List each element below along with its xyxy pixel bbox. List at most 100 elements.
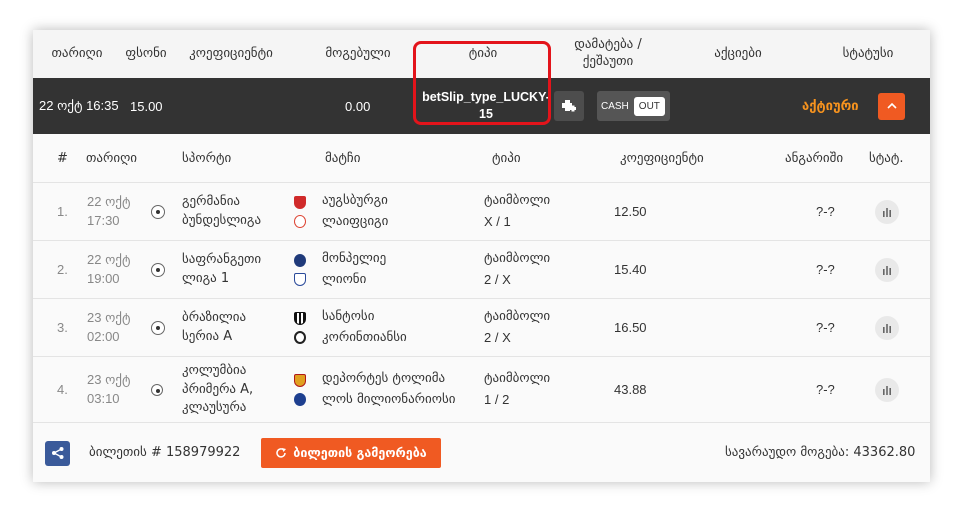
row-league: გერმანია ბუნდესლიგა: [182, 194, 262, 228]
soccer-ball-icon: [151, 299, 165, 357]
row-date: 23 ოქტ 02:00: [87, 299, 130, 357]
bar-chart-icon: [875, 378, 899, 402]
team2-crest-icon: [294, 393, 306, 406]
team-crests: [294, 299, 306, 357]
row-type-value: 2 / X: [484, 330, 511, 345]
header-date: თარიღი: [51, 45, 103, 61]
ticket-number: ბილეთის # 158979922: [89, 444, 241, 460]
row-date-time: 02:00: [87, 329, 120, 344]
team1-crest-icon: [294, 312, 306, 325]
row-match[interactable]: აუგსბურგი ლაიფციგი: [322, 183, 388, 241]
col-sport: სპორტი: [182, 150, 232, 166]
row-type-value: 2 / X: [484, 272, 511, 287]
row-type: ტაიმბოლი 2 / X: [484, 299, 550, 357]
team2-crest-icon: [294, 331, 306, 344]
col-match: მატჩი: [325, 150, 361, 166]
row-type-value: X / 1: [484, 214, 511, 229]
row-date-time: 19:00: [87, 271, 120, 286]
row-match[interactable]: სანტოსი კორინთიანსი: [322, 299, 407, 357]
row-type-name: ტაიმბოლი: [484, 193, 551, 209]
row-odds: 16.50: [614, 319, 647, 335]
row-number: 4.: [57, 381, 68, 397]
possible-win: სავარაუდო მოგება: 43362.80: [725, 444, 916, 460]
row-date: 22 ოქტ 19:00: [87, 241, 130, 299]
soccer-ball-icon: [151, 183, 165, 241]
row-league: კოლუმბია პრიმერა A, კლაუსურა: [182, 362, 254, 416]
col-num: #: [57, 150, 68, 166]
cash-label: CASH: [601, 100, 629, 112]
row-number: 3.: [57, 319, 68, 335]
expand-button[interactable]: [878, 78, 905, 134]
row-odds: 43.88: [614, 381, 647, 397]
row-type-name: ტაიმბოლი: [484, 251, 551, 267]
bet-stake: 15.00: [130, 98, 163, 114]
stat-button[interactable]: [875, 357, 899, 423]
row-team1: მონპელიე: [322, 251, 387, 267]
repeat-ticket-label: ბილეთის გამეორება: [293, 444, 427, 460]
row-team2: ლაიფციგი: [322, 214, 389, 229]
row-date-day: 22 ოქტ: [87, 194, 131, 210]
bar-chart-icon: [875, 200, 899, 224]
row-score: ?-?: [816, 261, 835, 277]
row-date-day: 23 ოქტ: [87, 372, 131, 388]
team2-crest-icon: [294, 273, 306, 286]
row-match[interactable]: დეპორტეს ტოლიმა ლოს მილიონარიოსი: [322, 357, 456, 423]
bet-status: აქტიური: [802, 98, 859, 114]
header-bonus: დამატება / ქეშაუთი: [574, 37, 642, 69]
soccer-ball-icon: [151, 357, 163, 423]
refresh-icon: [275, 447, 287, 459]
col-stat: სტატ.: [869, 150, 904, 166]
events-table-header: # თარიღი სპორტი მატჩი ტიპი კოეფიციენტი ა…: [33, 134, 930, 182]
stat-button[interactable]: [875, 299, 899, 357]
row-date-time: 17:30: [87, 213, 120, 228]
row-team2: კორინთიანსი: [322, 330, 407, 345]
row-match[interactable]: მონპელიე ლიონი: [322, 241, 386, 299]
bet-footer: ბილეთის # 158979922 ბილეთის გამეორება სა…: [33, 422, 930, 483]
team1-crest-icon: [294, 196, 306, 209]
header-actions: აქციები: [714, 45, 762, 61]
team-crests: [294, 241, 306, 299]
team1-crest-icon: [294, 374, 306, 387]
type-highlight-box: [413, 41, 551, 125]
row-type-value: 1 / 2: [484, 392, 510, 407]
row-date-time: 03:10: [87, 391, 120, 406]
soccer-ball-icon: [151, 241, 165, 299]
row-league: საფრანგეთი ლიგა 1: [182, 252, 262, 286]
cashout-toggle[interactable]: CASH OUT: [597, 78, 670, 134]
repeat-ticket-button[interactable]: ბილეთის გამეორება: [261, 423, 441, 483]
row-date: 22 ოქტ 17:30: [87, 183, 130, 241]
table-row: 2. 22 ოქტ 19:00 საფრანგეთი ლიგა 1 მონპელ…: [33, 240, 930, 299]
team-crests: [294, 357, 306, 423]
bar-chart-icon: [875, 316, 899, 340]
row-type: ტაიმბოლი 1 / 2: [484, 357, 550, 423]
row-score: ?-?: [816, 203, 835, 219]
row-number: 2.: [57, 261, 68, 277]
bar-chart-icon: [875, 258, 899, 282]
row-date-day: 22 ოქტ: [87, 252, 131, 268]
combo-button[interactable]: [554, 78, 584, 134]
team-crests: [294, 183, 306, 241]
table-row: 4. 23 ოქტ 03:10 კოლუმბია პრიმერა A, კლაუ…: [33, 356, 930, 423]
col-type: ტიპი: [492, 150, 521, 166]
bet-date: 22 ოქტ 16:35: [39, 98, 119, 113]
row-date-day: 23 ოქტ: [87, 310, 131, 326]
team2-crest-icon: [294, 215, 306, 228]
share-icon: [45, 440, 70, 466]
team1-crest-icon: [294, 254, 306, 267]
row-type: ტაიმბოლი 2 / X: [484, 241, 550, 299]
table-row: 1. 22 ოქტ 17:30 გერმანია ბუნდესლიგა აუგს…: [33, 182, 930, 241]
table-row: 3. 23 ოქტ 02:00 ბრაზილია სერია A სანტოსი…: [33, 298, 930, 357]
plus-combo-icon: [554, 91, 584, 121]
row-type: ტაიმბოლი X / 1: [484, 183, 550, 241]
row-team1: დეპორტეს ტოლიმა: [322, 371, 446, 387]
stat-button[interactable]: [875, 241, 899, 299]
chevron-up-icon: [878, 92, 905, 120]
header-winning: მოგებული: [325, 45, 391, 61]
row-type-name: ტაიმბოლი: [484, 309, 551, 325]
stat-button[interactable]: [875, 183, 899, 241]
share-button[interactable]: [45, 423, 70, 483]
out-label: OUT: [633, 96, 665, 116]
col-date: თარიღი: [86, 150, 138, 166]
header-status: სტატუსი: [842, 45, 894, 61]
row-type-name: ტაიმბოლი: [484, 371, 551, 387]
